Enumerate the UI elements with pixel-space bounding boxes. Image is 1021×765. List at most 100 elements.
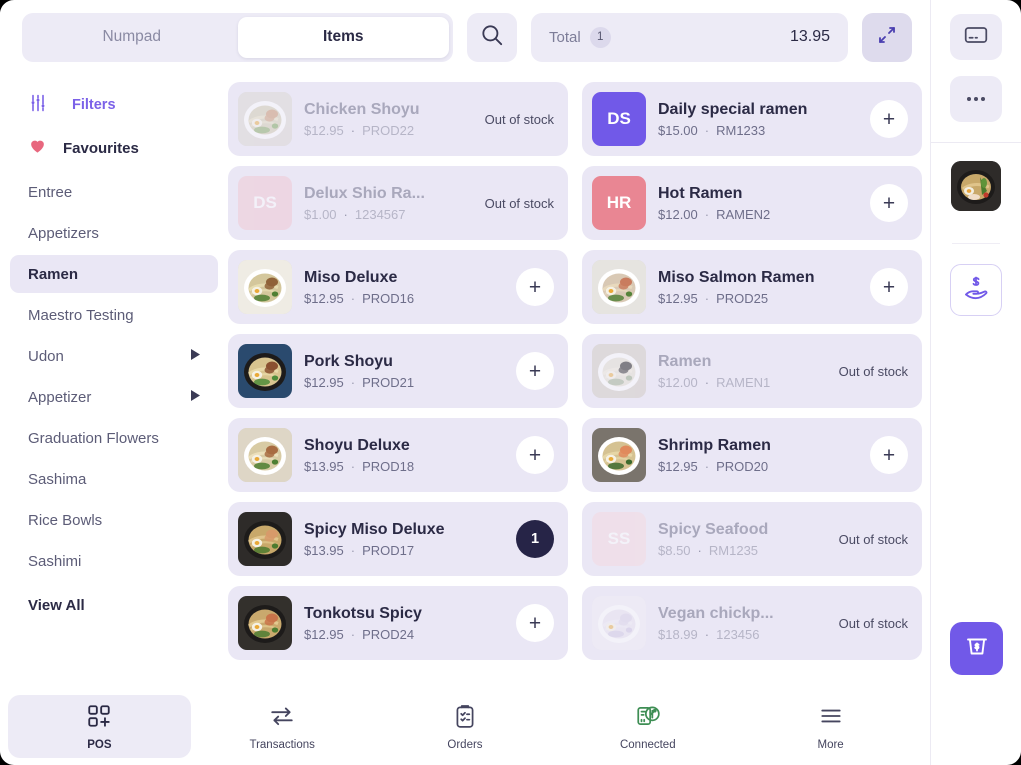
product-thumbnail bbox=[592, 428, 646, 482]
product-info: Ramen $12.00 · RAMEN1 bbox=[658, 352, 821, 390]
add-to-cart-button[interactable]: + bbox=[870, 436, 908, 474]
meta-separator: · bbox=[350, 543, 356, 558]
nav-item-pos[interactable]: POS bbox=[8, 695, 191, 758]
product-thumbnail-image bbox=[592, 260, 646, 314]
add-to-cart-button[interactable]: + bbox=[516, 268, 554, 306]
pos-grid-icon bbox=[86, 703, 112, 734]
cart-item-thumbnail[interactable] bbox=[951, 161, 1001, 211]
product-info: Delux Shio Ra... $1.00 · 1234567 bbox=[304, 184, 467, 222]
category-list: Entree Appetizers Ramen Maestro Testing Udon… bbox=[10, 173, 218, 580]
sidebar-item-favourites[interactable]: Favourites bbox=[10, 126, 218, 170]
card-reader-button[interactable] bbox=[950, 14, 1002, 60]
add-to-cart-button[interactable]: + bbox=[516, 604, 554, 642]
add-to-cart-button[interactable]: + bbox=[516, 352, 554, 390]
cash-drawer-button[interactable] bbox=[950, 622, 1003, 675]
product-thumbnail-image bbox=[238, 428, 292, 482]
sidebar-item-label: Graduation Flowers bbox=[28, 429, 159, 447]
sidebar-item-ramen[interactable]: Ramen bbox=[10, 255, 218, 293]
product-quantity-badge[interactable]: 1 bbox=[516, 520, 554, 558]
nav-item-more[interactable]: More bbox=[739, 695, 922, 758]
product-name: Chicken Shoyu bbox=[304, 101, 420, 118]
product-meta: $13.95 · PROD17 bbox=[304, 543, 504, 558]
more-options-button[interactable] bbox=[950, 76, 1002, 122]
product-meta: $12.00 · RAMEN1 bbox=[658, 375, 821, 390]
product-name: Vegan chickp... bbox=[658, 605, 774, 622]
product-card[interactable]: Pork Shoyu $12.95 · PROD21 + bbox=[228, 334, 568, 408]
tab-items[interactable]: Items bbox=[237, 16, 449, 58]
cart-total-button[interactable]: Total 1 13.95 bbox=[531, 12, 848, 62]
product-info: Hot Ramen $12.00 · RAMEN2 bbox=[658, 184, 858, 222]
product-sku: RAMEN1 bbox=[716, 375, 771, 390]
sidebar-item-label: Appetizers bbox=[28, 224, 99, 242]
tab-numpad[interactable]: Numpad bbox=[26, 17, 238, 58]
product-meta: $12.00 · RAMEN2 bbox=[658, 207, 858, 222]
product-card[interactable]: Spicy Miso Deluxe $13.95 · PROD17 1 bbox=[228, 502, 568, 576]
nav-item-connected[interactable]: Connected bbox=[556, 695, 739, 758]
product-thumbnail bbox=[592, 596, 646, 650]
sidebar-item-sashima[interactable]: Sashima bbox=[10, 460, 218, 498]
sidebar-item-label: Sashima bbox=[28, 470, 87, 488]
product-thumbnail bbox=[592, 260, 646, 314]
cart-total-amount: 13.95 bbox=[789, 28, 830, 45]
product-price: $13.95 bbox=[304, 543, 344, 558]
sidebar-item-label: Appetizer bbox=[28, 388, 92, 406]
product-sku: PROD16 bbox=[362, 291, 415, 306]
out-of-stock-label: Out of stock bbox=[838, 615, 908, 631]
product-meta: $8.50 · RM1235 bbox=[658, 543, 821, 558]
product-card[interactable]: HR Hot Ramen $12.00 · RAMEN2 + bbox=[582, 166, 922, 240]
nav-item-transactions[interactable]: Transactions bbox=[191, 695, 374, 758]
product-card[interactable]: DS Daily special ramen $15.00 · RM1233 + bbox=[582, 82, 922, 156]
product-meta: $18.99 · 123456 bbox=[658, 627, 821, 642]
search-icon bbox=[479, 22, 505, 53]
add-to-cart-button[interactable]: + bbox=[870, 268, 908, 306]
product-card[interactable]: Miso Salmon Ramen $12.95 · PROD25 + bbox=[582, 250, 922, 324]
card-reader-icon bbox=[963, 22, 989, 53]
view-mode-segmented-control[interactable]: Numpad Items bbox=[22, 12, 453, 62]
sidebar-item-rice-bowls[interactable]: Rice Bowls bbox=[10, 501, 218, 539]
nav-item-label: Connected bbox=[619, 738, 676, 751]
meta-separator: · bbox=[704, 459, 710, 474]
product-grid-scroll-area[interactable]: Chicken Shoyu $12.95 · PROD22 Out of stock DS… bbox=[228, 74, 930, 688]
product-thumbnail-image bbox=[238, 512, 292, 566]
product-card[interactable]: Shoyu Deluxe $13.95 · PROD18 + bbox=[228, 418, 568, 492]
pay-button[interactable] bbox=[950, 264, 1002, 316]
pos-app-window: Numpad Items Total 1 13.95 Filters Favou… bbox=[0, 0, 1021, 765]
expand-collapse-icon bbox=[875, 23, 899, 52]
search-button[interactable] bbox=[467, 12, 517, 62]
product-sku: PROD25 bbox=[716, 291, 769, 306]
hand-cash-icon bbox=[961, 273, 991, 308]
sidebar-item-entree[interactable]: Entree bbox=[10, 173, 218, 211]
product-name: Shrimp Ramen bbox=[658, 437, 771, 454]
sidebar-item-appetizer[interactable]: Appetizer bbox=[10, 378, 218, 416]
add-to-cart-button[interactable]: + bbox=[870, 184, 908, 222]
favourites-label: Favourites bbox=[63, 139, 139, 157]
product-price: $12.00 bbox=[658, 375, 698, 390]
meta-separator: · bbox=[350, 627, 356, 642]
add-to-cart-button[interactable]: + bbox=[870, 100, 908, 138]
product-card[interactable]: Miso Deluxe $12.95 · PROD16 + bbox=[228, 250, 568, 324]
add-to-cart-button[interactable]: + bbox=[516, 436, 554, 474]
usb-connected-icon bbox=[635, 703, 661, 734]
product-info: Miso Deluxe $12.95 · PROD16 bbox=[304, 268, 504, 306]
content-body: Filters Favourites Entree Appetizers Ramen… bbox=[0, 74, 930, 688]
filters-button[interactable]: Filters bbox=[10, 84, 218, 126]
product-initials-avatar: DS bbox=[592, 92, 646, 146]
product-sku: PROD21 bbox=[362, 375, 415, 390]
view-all-button[interactable]: View All bbox=[10, 583, 218, 614]
sidebar-item-maestro-testing[interactable]: Maestro Testing bbox=[10, 296, 218, 334]
sidebar-item-udon[interactable]: Udon bbox=[10, 337, 218, 375]
meta-separator: · bbox=[704, 207, 710, 222]
main-content-column: Numpad Items Total 1 13.95 Filters Favou… bbox=[0, 0, 930, 765]
product-card[interactable]: Tonkotsu Spicy $12.95 · PROD24 + bbox=[228, 586, 568, 660]
sidebar-item-appetizers[interactable]: Appetizers bbox=[10, 214, 218, 252]
sidebar-item-graduation-flowers[interactable]: Graduation Flowers bbox=[10, 419, 218, 457]
sidebar-item-sashimi[interactable]: Sashimi bbox=[10, 542, 218, 580]
nav-item-orders[interactable]: Orders bbox=[374, 695, 557, 758]
product-info: Shrimp Ramen $12.95 · PROD20 bbox=[658, 436, 858, 474]
expand-collapse-button[interactable] bbox=[862, 12, 912, 62]
nav-item-label: Transactions bbox=[249, 738, 315, 751]
cart-item-thumbnail-image bbox=[951, 161, 1001, 211]
product-thumbnail-image bbox=[592, 428, 646, 482]
product-card[interactable]: Shrimp Ramen $12.95 · PROD20 + bbox=[582, 418, 922, 492]
product-name: Spicy Miso Deluxe bbox=[304, 521, 445, 538]
